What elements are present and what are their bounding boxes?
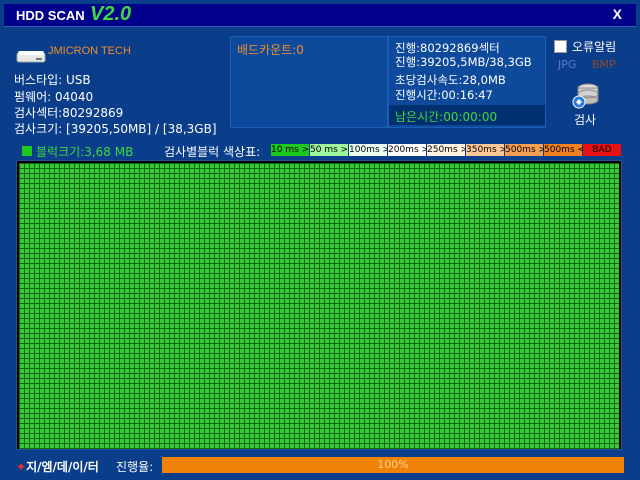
format-bmp-option[interactable]: BMP: [592, 58, 616, 71]
legend-item: 10 ms >: [271, 144, 310, 156]
scan-block-grid: [19, 163, 619, 449]
firmware: 펌웨어: 04040: [14, 90, 94, 104]
legend-item: 500ms <: [544, 144, 586, 156]
block-size: 블럭크기:3,68 MB: [36, 145, 134, 159]
app-version: V2.0: [90, 3, 132, 25]
error-alarm-checkbox[interactable]: [554, 40, 567, 53]
format-jpg-option[interactable]: JPG: [558, 58, 576, 71]
progress-value: 100%: [377, 458, 409, 471]
progress-label: 진행율:: [116, 460, 154, 474]
error-alarm-label[interactable]: 오류알림: [572, 38, 616, 55]
progress-panel: 진행:80292869섹터 진행:39205,5MB/38,3GB 초당검사속도…: [388, 36, 546, 128]
hdd-scan-window: HDD SCAN V2.0 X JMICRON TECH 버스타입: USB 펌…: [0, 0, 640, 480]
block-size-swatch: [22, 146, 32, 156]
legend-title: 검사별블럭 색상표:: [164, 145, 261, 159]
scan-button-label[interactable]: 검사: [574, 111, 596, 128]
scan-size: 검사크기: [39205,50MB] / [38,3GB]: [14, 122, 217, 136]
hard-drive-icon: [16, 51, 46, 63]
legend-item: 50 ms >: [310, 144, 349, 156]
legend-item: 250ms >: [427, 144, 469, 156]
device-brand: JMICRON TECH: [48, 45, 131, 57]
footer-brand: ✦지/엠/데/이/터: [16, 458, 99, 475]
title-bar: HDD SCAN V2.0 X: [4, 3, 636, 27]
scan-sectors: 검사섹터:80292869: [14, 106, 124, 120]
scan-disk-icon[interactable]: [570, 80, 602, 110]
progress-bar: 100%: [162, 457, 624, 473]
scan-speed: 초당검사속도:28,0MB: [395, 73, 506, 87]
legend-item: 200ms >: [388, 144, 430, 156]
legend-item: BAD: [583, 144, 622, 156]
bus-type: 버스타입: USB: [14, 73, 91, 87]
footer-brand-text: 지/엠/데/이/터: [26, 460, 99, 474]
star-icon: ✦: [16, 460, 27, 474]
scan-grid-frame: [16, 160, 622, 450]
bad-count-panel: 배드카운트:0: [230, 36, 388, 128]
color-legend: 10 ms >50 ms >100ms >200ms >250ms >350ms…: [271, 144, 622, 156]
elapsed-time: 진행시간:00:16:47: [395, 88, 493, 102]
remaining-time-box: 남은시간:00:00:00: [389, 105, 545, 125]
close-button[interactable]: X: [613, 6, 622, 22]
progress-size: 진행:39205,5MB/38,3GB: [395, 55, 532, 69]
app-title: HDD SCAN: [16, 8, 85, 23]
bad-count: 배드카운트:0: [237, 43, 304, 57]
legend-item: 100ms >: [349, 144, 391, 156]
legend-item: 350ms >: [466, 144, 508, 156]
remaining-time: 남은시간:00:00:00: [395, 110, 498, 124]
legend-item: 500ms >: [505, 144, 547, 156]
